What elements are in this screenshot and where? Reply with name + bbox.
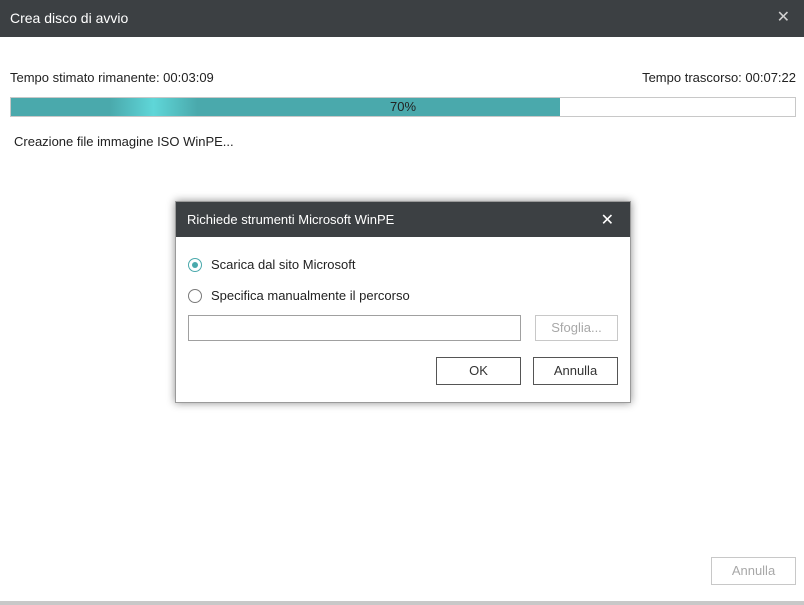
bottom-divider: [0, 601, 804, 605]
dialog-cancel-button[interactable]: Annulla: [533, 357, 618, 385]
winpe-dialog: Richiede strumenti Microsoft WinPE ✕ Sca…: [175, 201, 631, 403]
radio-button-icon[interactable]: [188, 257, 202, 272]
cancel-button[interactable]: Annulla: [711, 557, 796, 585]
status-text: Creazione file immagine ISO WinPE...: [14, 134, 234, 149]
window-titlebar: Crea disco di avvio ✕: [0, 0, 804, 37]
dialog-header: Richiede strumenti Microsoft WinPE ✕: [176, 202, 630, 237]
dialog-title: Richiede strumenti Microsoft WinPE: [187, 212, 395, 227]
radio-label: Scarica dal sito Microsoft: [211, 257, 356, 272]
radio-manual-path[interactable]: Specifica manualmente il percorso: [188, 288, 410, 303]
ok-button[interactable]: OK: [436, 357, 521, 385]
radio-button-icon[interactable]: [188, 288, 202, 303]
progress-percent: 70%: [389, 99, 417, 114]
window-title: Crea disco di avvio: [10, 10, 129, 26]
time-elapsed-label: Tempo trascorso: 00:07:22: [642, 70, 796, 85]
progress-bar: 70%: [10, 97, 796, 117]
dialog-close-icon[interactable]: ✕: [601, 210, 614, 230]
radio-download-microsoft[interactable]: Scarica dal sito Microsoft: [188, 257, 356, 272]
browse-button[interactable]: Sfoglia...: [535, 315, 618, 341]
radio-label: Specifica manualmente il percorso: [211, 288, 410, 303]
path-input[interactable]: [188, 315, 521, 341]
time-remaining-label: Tempo stimato rimanente: 00:03:09: [10, 70, 214, 85]
close-icon[interactable]: ✕: [777, 9, 790, 27]
